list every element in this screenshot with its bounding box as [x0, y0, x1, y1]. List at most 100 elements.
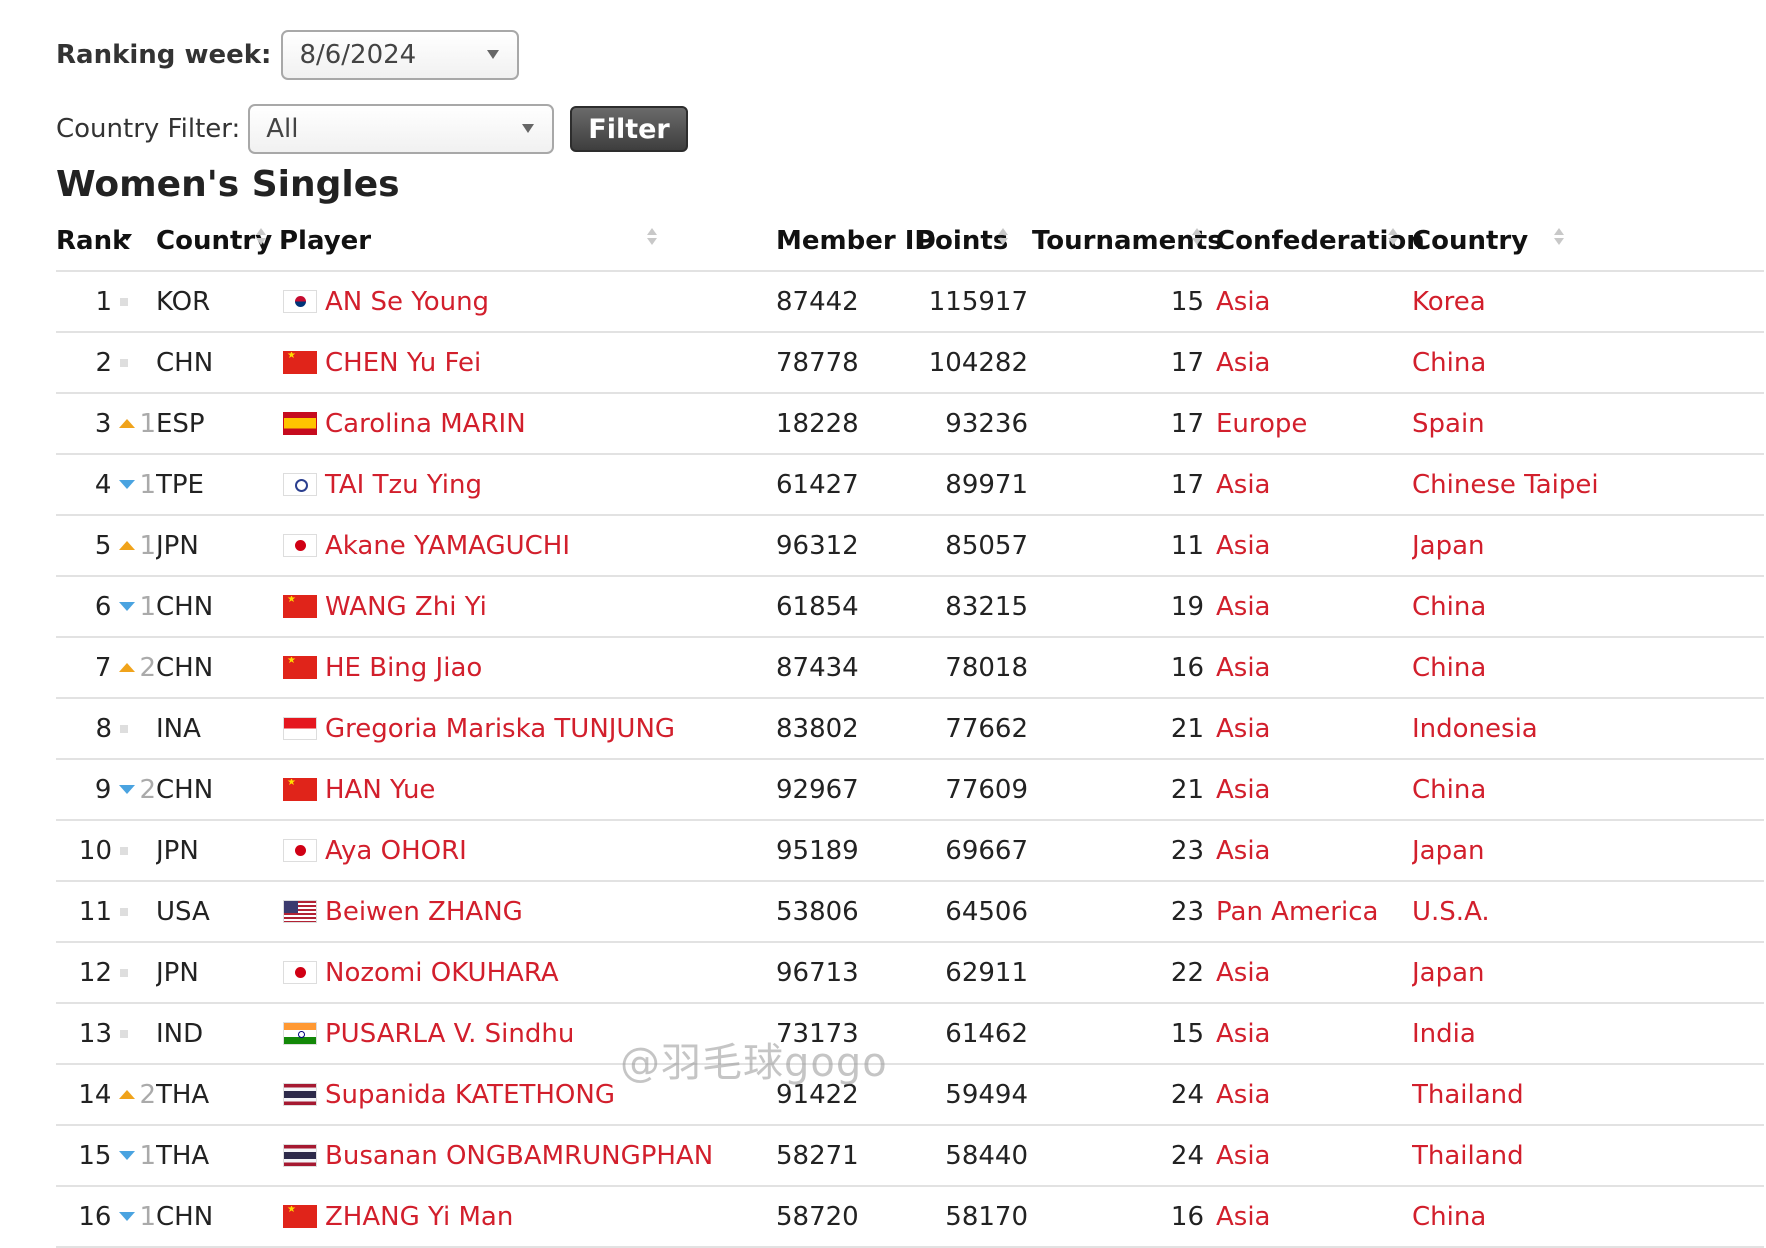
- confederation-link[interactable]: Asia: [1216, 775, 1271, 805]
- rank-number: 15: [78, 1140, 112, 1171]
- confederation-cell: Pan America: [1216, 881, 1412, 943]
- country-link[interactable]: China: [1412, 653, 1486, 683]
- rank-movement: 2: [119, 775, 156, 805]
- player-profile-cell: 95189: [776, 820, 916, 882]
- country-cell: China: [1412, 576, 1764, 638]
- confederation-link[interactable]: Asia: [1216, 531, 1271, 561]
- country-code-cell: KOR: [156, 271, 279, 333]
- table-row: 61CHN WANG Zhi Yi 61854 8321519Asia China: [56, 576, 1764, 638]
- kr-flag-icon: [283, 290, 317, 313]
- table-row: 161CHNZHANG Yi Man587205817016AsiaChina: [56, 1186, 1764, 1248]
- country-link[interactable]: Japan: [1412, 836, 1485, 866]
- player-link[interactable]: ZHANG Yi Man: [325, 1202, 513, 1232]
- tournaments-cell: 16: [1032, 637, 1216, 699]
- player-link[interactable]: Beiwen ZHANG: [325, 897, 523, 927]
- dropdown-arrow-icon: [522, 124, 535, 133]
- confederation-link[interactable]: Asia: [1216, 348, 1271, 378]
- rank-unchanged-icon: [120, 724, 128, 733]
- rank-number: 4: [94, 469, 112, 500]
- confederation-link[interactable]: Asia: [1216, 714, 1271, 744]
- ranking-week-value: 8/6/2024: [299, 40, 417, 70]
- player-link[interactable]: Akane YAMAGUCHI: [325, 531, 570, 561]
- cn-flag-icon: [283, 595, 317, 618]
- player-cell: AN Se Young: [279, 271, 776, 333]
- rank-cell: 12: [56, 942, 156, 1004]
- player-link[interactable]: Busanan ONGBAMRUNGPHAN: [325, 1141, 713, 1171]
- player-column-header[interactable]: Player: [279, 212, 776, 272]
- player-link[interactable]: Aya OHORI: [325, 836, 467, 866]
- country-link[interactable]: China: [1412, 592, 1486, 622]
- confederation-column-header[interactable]: Confederation: [1216, 212, 1425, 272]
- confederation-cell: Asia: [1216, 698, 1412, 760]
- country-link[interactable]: Spain: [1412, 409, 1485, 439]
- confederation-link[interactable]: Asia: [1216, 592, 1271, 622]
- confederation-link[interactable]: Asia: [1216, 958, 1271, 988]
- country-code-column-header[interactable]: Country: [156, 212, 279, 272]
- jp-flag-icon: [283, 961, 317, 984]
- sort-icon: [998, 228, 1008, 248]
- player-link[interactable]: HAN Yue: [325, 775, 435, 805]
- ranking-week-select[interactable]: 8/6/2024: [281, 30, 520, 80]
- player-link[interactable]: Supanida KATETHONG: [325, 1080, 615, 1110]
- player-link[interactable]: WANG Zhi Yi: [325, 592, 487, 622]
- country-column-header[interactable]: Country: [1412, 212, 1764, 272]
- country-cell: U.S.A.: [1412, 881, 1764, 943]
- player-link[interactable]: AN Se Young: [325, 287, 489, 317]
- confederation-link[interactable]: Asia: [1216, 1019, 1271, 1049]
- player-profile-cell: 87442: [776, 271, 916, 333]
- player-profile-cell: 83802: [776, 698, 916, 760]
- cn-flag-icon: [283, 1205, 317, 1228]
- jp-flag-icon: [283, 534, 317, 557]
- confederation-link[interactable]: Asia: [1216, 287, 1271, 317]
- country-link[interactable]: India: [1412, 1019, 1476, 1049]
- country-cell: Chinese Taipei: [1412, 454, 1764, 516]
- country-link[interactable]: Thailand: [1412, 1141, 1524, 1171]
- confederation-link[interactable]: Asia: [1216, 1141, 1271, 1171]
- confederation-link[interactable]: Asia: [1216, 470, 1271, 500]
- confederation-link[interactable]: Asia: [1216, 836, 1271, 866]
- tournaments-column-header[interactable]: Tournaments: [1032, 212, 1223, 272]
- confederation-link[interactable]: Asia: [1216, 1202, 1271, 1232]
- country-filter-select[interactable]: All: [248, 104, 555, 154]
- confederation-link[interactable]: Asia: [1216, 1080, 1271, 1110]
- country-link[interactable]: Chinese Taipei: [1412, 470, 1599, 500]
- rank-column-header[interactable]: Rank: [56, 212, 156, 272]
- player-link[interactable]: TAI Tzu Ying: [325, 470, 482, 500]
- country-link[interactable]: Japan: [1412, 958, 1485, 988]
- player-profile-cell: 58271: [776, 1125, 916, 1187]
- rank-movement-value: 1: [139, 1140, 156, 1171]
- country-code-cell: THA: [156, 1064, 279, 1126]
- country-code-cell: CHN: [156, 332, 279, 394]
- country-link[interactable]: Thailand: [1412, 1080, 1524, 1110]
- player-link[interactable]: Nozomi OKUHARA: [325, 958, 559, 988]
- country-code-cell: JPN: [156, 515, 279, 577]
- table-row: 1 KOR AN Se Young 87442 115917 15 Asia Korea: [56, 271, 1764, 333]
- player-link[interactable]: HE Bing Jiao: [325, 653, 482, 683]
- confederation-link[interactable]: Europe: [1216, 409, 1307, 439]
- player-link[interactable]: Carolina MARIN: [325, 409, 526, 439]
- player-cell: Beiwen ZHANG: [279, 881, 776, 943]
- player-link[interactable]: CHEN Yu Fei: [325, 348, 481, 378]
- rank-cell: 1: [56, 271, 156, 333]
- confederation-link[interactable]: Pan America: [1216, 897, 1378, 927]
- country-link[interactable]: Korea: [1412, 287, 1486, 317]
- rank-cell: 15 1: [56, 1125, 156, 1187]
- country-link[interactable]: U.S.A.: [1412, 897, 1490, 927]
- country-link[interactable]: China: [1412, 1202, 1486, 1232]
- confederation-cell: Asia: [1216, 820, 1412, 882]
- rank-cell: 14 2: [56, 1064, 156, 1126]
- country-link[interactable]: Japan: [1412, 531, 1485, 561]
- table-header-row: Rank Country Player Member ID Points Tou…: [56, 212, 1764, 272]
- points-column-header[interactable]: Points: [916, 212, 1032, 272]
- country-link[interactable]: Indonesia: [1412, 714, 1538, 744]
- player-link[interactable]: Gregoria Mariska TUNJUNG: [325, 714, 675, 744]
- rank-movement-value: 2: [139, 774, 156, 805]
- player-profile-cell: 61854: [776, 576, 916, 638]
- confederation-link[interactable]: Asia: [1216, 653, 1271, 683]
- country-link[interactable]: China: [1412, 775, 1486, 805]
- country-link[interactable]: China: [1412, 348, 1486, 378]
- player-link[interactable]: PUSARLA V. Sindhu: [325, 1019, 574, 1049]
- filter-button[interactable]: Filter: [570, 106, 688, 152]
- country-cell: Indonesia: [1412, 698, 1764, 760]
- tournaments-cell: 24: [1032, 1064, 1216, 1126]
